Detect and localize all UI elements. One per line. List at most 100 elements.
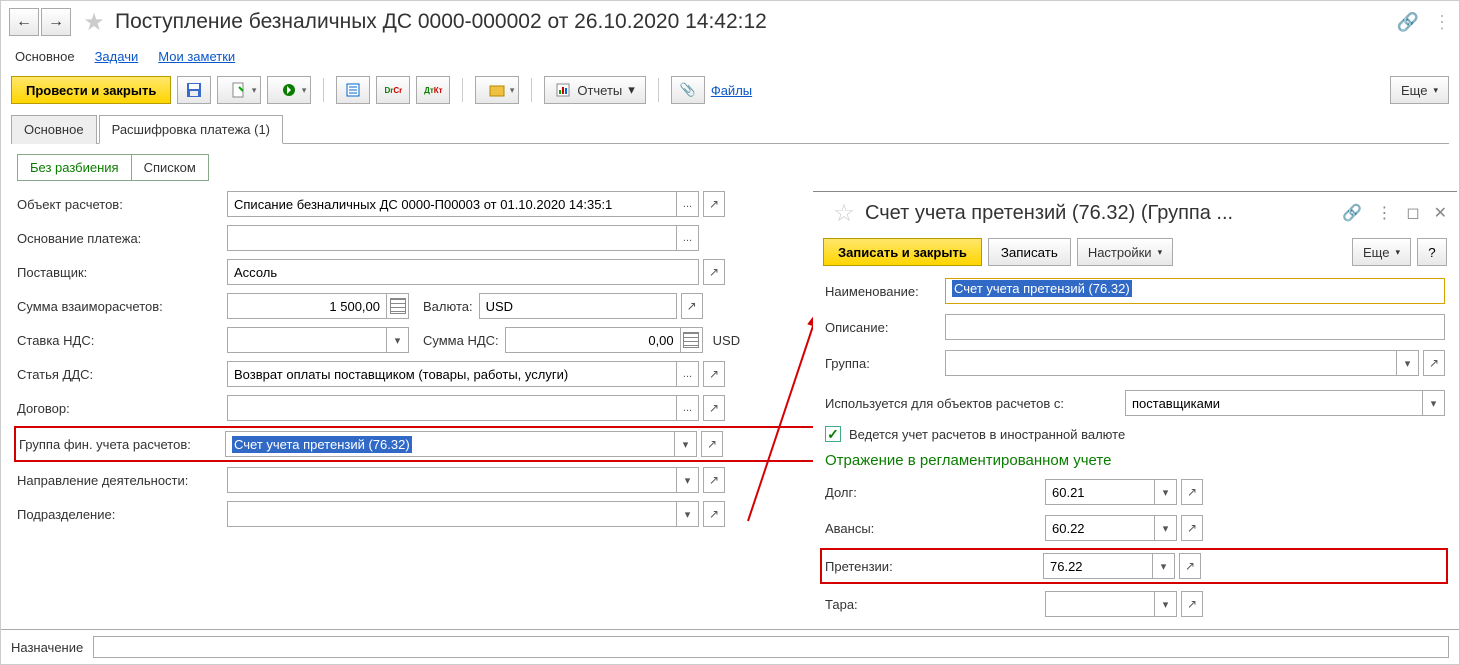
dds-label: Статья ДДС: (17, 367, 227, 382)
panel-tara-open-button[interactable]: ↗ (1181, 591, 1203, 617)
panel-foreign-label: Ведется учет расчетов в иностранной валю… (849, 427, 1125, 442)
object-select-button[interactable]: ... (677, 191, 699, 217)
panel-star-icon[interactable]: ☆ (831, 200, 857, 226)
folder-button[interactable]: ▾ (475, 76, 519, 104)
panel-save-close-button[interactable]: Записать и закрыть (823, 238, 982, 266)
basis-select-button[interactable]: ... (677, 225, 699, 251)
toggle-no-split[interactable]: Без разбиения (17, 154, 132, 181)
amount-input[interactable] (227, 293, 387, 319)
panel-claims-open-button[interactable]: ↗ (1179, 553, 1201, 579)
basis-label: Основание платежа: (17, 231, 227, 246)
tab-detail[interactable]: Расшифровка платежа (1) (99, 115, 283, 144)
panel-tara-input[interactable] (1045, 591, 1155, 617)
vat-sum-input[interactable] (505, 327, 681, 353)
tab-main[interactable]: Основное (11, 115, 97, 144)
division-input[interactable] (227, 501, 677, 527)
detail-panel: ☆ Счет учета претензий (76.32) (Группа .… (813, 191, 1457, 665)
panel-group-input[interactable] (945, 350, 1397, 376)
dds-select-button[interactable]: ... (677, 361, 699, 387)
fingroup-input[interactable]: Счет учета претензий (76.32) (225, 431, 675, 457)
vat-sum-calc-button[interactable] (681, 327, 703, 353)
panel-usedfor-input[interactable] (1125, 390, 1423, 416)
panel-section-title: Отражение в регламентированном учете (825, 452, 1445, 469)
vat-currency-text: USD (713, 333, 740, 348)
reports-button[interactable]: Отчеты▾ (544, 76, 645, 104)
vat-rate-dd-button[interactable]: ▾ (387, 327, 409, 353)
supplier-label: Поставщик: (17, 265, 227, 280)
fingroup-open-button[interactable]: ↗ (701, 431, 723, 457)
panel-advance-dd-button[interactable]: ▾ (1155, 515, 1177, 541)
attach-button[interactable]: 📎 (671, 76, 705, 104)
currency-input[interactable] (479, 293, 677, 319)
purpose-input[interactable] (93, 636, 1449, 658)
dds-open-button[interactable]: ↗ (703, 361, 725, 387)
nav-tasks[interactable]: Задачи (95, 49, 139, 64)
panel-claims-dd-button[interactable]: ▾ (1153, 553, 1175, 579)
panel-window-icon[interactable]: ◻ (1406, 203, 1419, 223)
dds-input[interactable] (227, 361, 677, 387)
kebab-menu-icon[interactable]: ⋮ (1433, 12, 1451, 33)
panel-usedfor-dd-button[interactable]: ▾ (1423, 390, 1445, 416)
nav-main[interactable]: Основное (15, 49, 75, 64)
contract-open-button[interactable]: ↗ (703, 395, 725, 421)
more-button[interactable]: Еще▾ (1390, 76, 1449, 104)
panel-name-input[interactable]: Счет учета претензий (76.32) (945, 278, 1445, 304)
panel-advance-input[interactable] (1045, 515, 1155, 541)
contract-label: Договор: (17, 401, 227, 416)
vat-sum-label: Сумма НДС: (423, 333, 499, 348)
direction-input[interactable] (227, 467, 677, 493)
panel-tara-label: Тара: (825, 597, 1045, 612)
panel-debt-dd-button[interactable]: ▾ (1155, 479, 1177, 505)
fingroup-label: Группа фин. учета расчетов: (19, 437, 225, 452)
contract-input[interactable] (227, 395, 677, 421)
separator (531, 78, 532, 102)
document-action2-button[interactable]: ▾ (267, 76, 311, 104)
basis-input[interactable] (227, 225, 677, 251)
dtkt-button[interactable]: ДтКт (416, 76, 450, 104)
supplier-input[interactable] (227, 259, 699, 285)
panel-save-button[interactable]: Записать (988, 238, 1071, 266)
vat-rate-input[interactable] (227, 327, 387, 353)
object-open-button[interactable]: ↗ (703, 191, 725, 217)
nav-forward-button[interactable]: → (41, 8, 71, 36)
favorite-star-icon[interactable]: ★ (81, 9, 107, 35)
panel-foreign-checkbox[interactable]: ✓ (825, 426, 841, 442)
panel-settings-button[interactable]: Настройки▾ (1077, 238, 1173, 266)
panel-claims-input[interactable] (1043, 553, 1153, 579)
panel-debt-open-button[interactable]: ↗ (1181, 479, 1203, 505)
panel-group-dd-button[interactable]: ▾ (1397, 350, 1419, 376)
panel-help-button[interactable]: ? (1417, 238, 1447, 266)
panel-desc-input[interactable] (945, 314, 1445, 340)
division-open-button[interactable]: ↗ (703, 501, 725, 527)
toggle-list[interactable]: Списком (132, 154, 209, 181)
panel-advance-open-button[interactable]: ↗ (1181, 515, 1203, 541)
drcr-button[interactable]: DrCr (376, 76, 410, 104)
document-action1-button[interactable]: ▾ (217, 76, 261, 104)
object-input[interactable] (227, 191, 677, 217)
currency-open-button[interactable]: ↗ (681, 293, 703, 319)
link-icon[interactable]: 🔗 (1397, 12, 1419, 33)
nav-notes[interactable]: Мои заметки (158, 49, 235, 64)
supplier-open-button[interactable]: ↗ (703, 259, 725, 285)
fingroup-dd-button[interactable]: ▾ (675, 431, 697, 457)
list-icon-button[interactable] (336, 76, 370, 104)
panel-debt-input[interactable] (1045, 479, 1155, 505)
contract-select-button[interactable]: ... (677, 395, 699, 421)
direction-open-button[interactable]: ↗ (703, 467, 725, 493)
nav-back-button[interactable]: ← (9, 8, 39, 36)
amount-calc-button[interactable] (387, 293, 409, 319)
panel-title: Счет учета претензий (76.32) (Группа ... (865, 202, 1233, 225)
vat-rate-label: Ставка НДС: (17, 333, 227, 348)
panel-kebab-icon[interactable]: ⋮ (1376, 203, 1392, 223)
panel-link-icon[interactable]: 🔗 (1342, 203, 1362, 223)
save-button[interactable] (177, 76, 211, 104)
panel-close-icon[interactable]: ✕ (1434, 203, 1447, 223)
post-and-close-button[interactable]: Провести и закрыть (11, 76, 171, 104)
division-dd-button[interactable]: ▾ (677, 501, 699, 527)
panel-desc-label: Описание: (825, 320, 945, 335)
panel-more-button[interactable]: Еще▾ (1352, 238, 1411, 266)
files-link[interactable]: Файлы (711, 83, 752, 98)
panel-tara-dd-button[interactable]: ▾ (1155, 591, 1177, 617)
panel-group-open-button[interactable]: ↗ (1423, 350, 1445, 376)
direction-dd-button[interactable]: ▾ (677, 467, 699, 493)
